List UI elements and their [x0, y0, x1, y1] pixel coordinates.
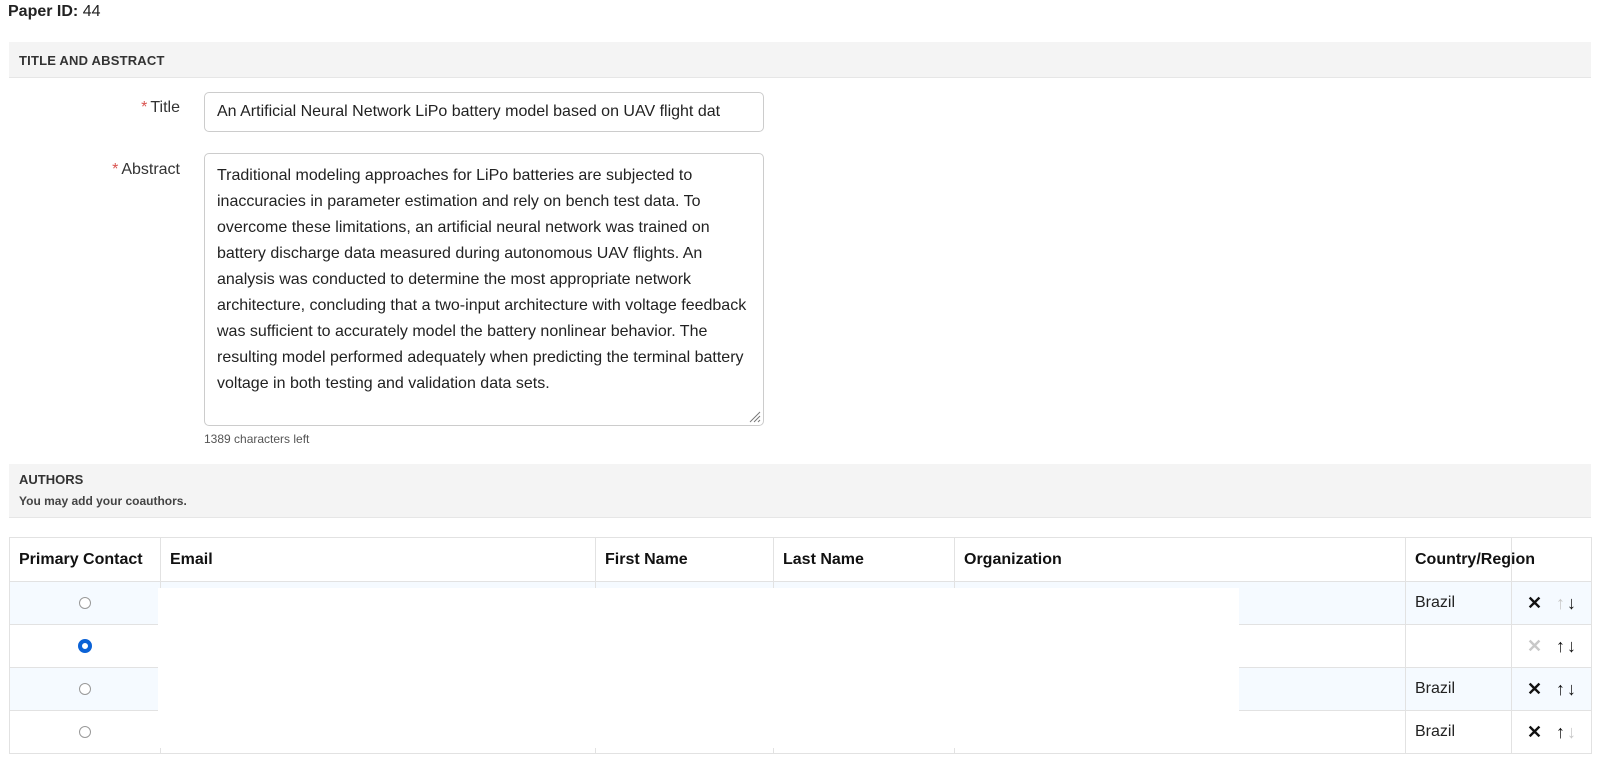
primary-contact-radio[interactable] — [79, 596, 91, 609]
column-header-organization: Organization — [954, 537, 1406, 582]
primary-contact-cell — [9, 667, 161, 711]
column-header-first-name: First Name — [595, 537, 774, 582]
primary-contact-radio[interactable] — [79, 682, 91, 695]
table-header-row: Primary Contact Email First Name Last Na… — [9, 537, 1592, 582]
required-marker: * — [112, 161, 119, 178]
delete-author-icon[interactable]: ✕ — [1527, 636, 1542, 657]
column-header-email: Email — [160, 537, 596, 582]
primary-contact-radio[interactable] — [79, 725, 91, 738]
section-title: TITLE AND ABSTRACT — [19, 53, 165, 68]
country-cell[interactable]: Brazil — [1405, 667, 1512, 711]
move-up-icon[interactable]: ↑ — [1556, 722, 1565, 743]
paper-id-value: 44 — [82, 3, 101, 20]
row-actions: ✕ ↑ ↓ — [1511, 624, 1592, 668]
delete-author-icon[interactable]: ✕ — [1527, 722, 1542, 743]
move-down-icon[interactable]: ↓ — [1567, 722, 1576, 743]
move-down-icon[interactable]: ↓ — [1567, 636, 1576, 657]
abstract-textarea[interactable]: Traditional modeling approaches for LiPo… — [204, 153, 764, 426]
section-title: AUTHORS — [19, 472, 84, 487]
characters-left-counter: 1389 characters left — [204, 432, 310, 446]
section-subtitle: You may add your coauthors. — [19, 494, 187, 508]
country-cell[interactable]: Brazil — [1405, 710, 1512, 754]
paper-id: Paper ID: 44 — [8, 3, 101, 21]
move-down-icon[interactable]: ↓ — [1567, 593, 1576, 614]
column-header-primary-contact: Primary Contact — [9, 537, 161, 582]
column-header-country: Country/Region — [1405, 537, 1535, 582]
move-down-icon[interactable]: ↓ — [1567, 679, 1576, 700]
primary-contact-radio[interactable] — [78, 638, 92, 653]
authors-section-header: AUTHORS You may add your coauthors. — [9, 464, 1591, 518]
row-actions: ✕ ↑ ↓ — [1511, 710, 1592, 754]
move-up-icon[interactable]: ↑ — [1556, 593, 1565, 614]
move-up-icon[interactable]: ↑ — [1556, 679, 1565, 700]
required-marker: * — [141, 99, 148, 116]
title-input[interactable]: An Artificial Neural Network LiPo batter… — [204, 92, 764, 132]
primary-contact-cell — [9, 624, 161, 668]
title-abstract-section-header: TITLE AND ABSTRACT — [9, 42, 1591, 78]
row-actions: ✕ ↑ ↓ — [1511, 581, 1592, 625]
country-cell[interactable] — [1405, 624, 1512, 668]
delete-author-icon[interactable]: ✕ — [1527, 593, 1542, 614]
row-actions: ✕ ↑ ↓ — [1511, 667, 1592, 711]
abstract-text: Traditional modeling approaches for LiPo… — [217, 167, 747, 392]
country-cell[interactable]: Brazil — [1405, 581, 1512, 625]
move-up-icon[interactable]: ↑ — [1556, 636, 1565, 657]
primary-contact-cell — [9, 710, 161, 754]
column-header-last-name: Last Name — [773, 537, 955, 582]
redacted-region — [158, 588, 1239, 748]
paper-id-label: Paper ID: — [8, 3, 79, 20]
delete-author-icon[interactable]: ✕ — [1527, 679, 1542, 700]
primary-contact-cell — [9, 581, 161, 625]
abstract-label: * Abstract — [112, 161, 180, 178]
resize-grip-icon[interactable] — [749, 411, 761, 423]
title-label: * Title — [141, 99, 180, 116]
